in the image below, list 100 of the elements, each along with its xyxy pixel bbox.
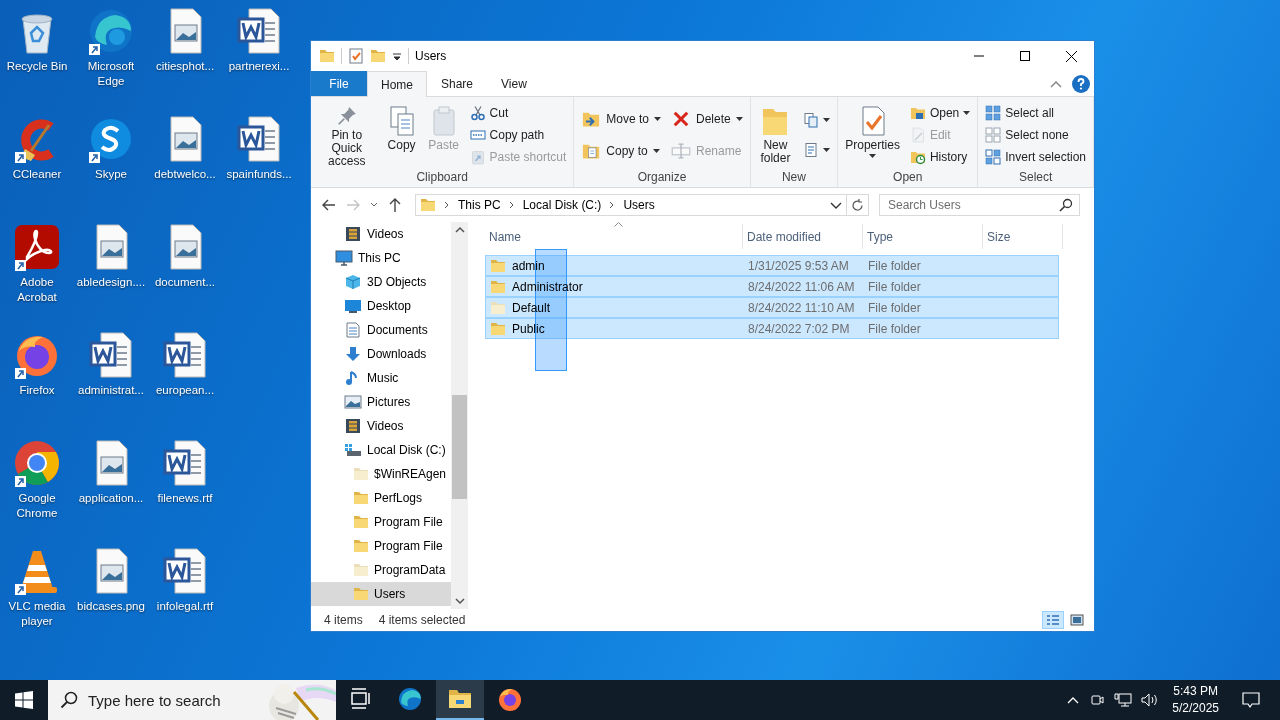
- folder-icon: [319, 48, 335, 64]
- file-menu-tab[interactable]: File: [311, 71, 367, 96]
- desktop-icon[interactable]: administrat...: [74, 324, 148, 432]
- help-icon[interactable]: [1072, 74, 1090, 93]
- column-header[interactable]: Date modified: [743, 224, 863, 249]
- desktop-icon[interactable]: VLC media player: [0, 540, 74, 648]
- folder-icon: [420, 197, 436, 213]
- desktop-icon[interactable]: spainfunds...: [222, 108, 296, 216]
- ribbon-button[interactable]: New folder: [754, 101, 797, 169]
- details-view-button[interactable]: [1042, 611, 1064, 629]
- ribbon-button[interactable]: Pin to Quick access: [315, 101, 379, 169]
- edge-icon: [397, 686, 423, 712]
- nav-item[interactable]: Program File: [311, 510, 451, 534]
- network-icon[interactable]: [1114, 692, 1133, 708]
- nav-item[interactable]: Videos: [311, 414, 451, 438]
- nav-item[interactable]: PerfLogs: [311, 486, 451, 510]
- word-file-icon: [235, 7, 283, 55]
- ribbon-button[interactable]: Properties: [842, 101, 903, 169]
- search-field[interactable]: Search Users: [879, 194, 1080, 216]
- properties-icon[interactable]: [348, 48, 364, 64]
- desktop-icon[interactable]: CCleaner: [0, 108, 74, 216]
- nav-item[interactable]: Pictures: [311, 390, 451, 414]
- item-count: 4 items: [324, 613, 363, 627]
- file-type: File folder: [868, 300, 921, 315]
- folder-icon: [490, 278, 506, 295]
- ribbon-button[interactable]: History: [906, 148, 971, 166]
- nav-item[interactable]: Users: [311, 582, 451, 606]
- desktop-icon[interactable]: debtwelco...: [148, 108, 222, 216]
- camera-icon[interactable]: [1089, 692, 1106, 708]
- ribbon-button[interactable]: Copy to: [578, 137, 663, 166]
- ribbon-button[interactable]: Delete: [668, 104, 746, 133]
- desktop-icon[interactable]: Recycle Bin: [0, 0, 74, 108]
- collapse-ribbon-icon[interactable]: [1050, 79, 1062, 88]
- column-header[interactable]: Name: [485, 224, 743, 249]
- nav-item[interactable]: 3D Objects: [311, 270, 451, 294]
- ribbon-tab[interactable]: Share: [427, 71, 488, 96]
- refresh-icon: [851, 198, 864, 212]
- desktop-icon[interactable]: application...: [74, 432, 148, 540]
- ribbon-button[interactable]: Open: [906, 104, 974, 122]
- ribbon-tab[interactable]: View: [487, 71, 541, 96]
- folder-icon: [353, 562, 369, 578]
- window-title: Users: [415, 49, 447, 63]
- refresh-button[interactable]: [847, 194, 869, 216]
- address-bar[interactable]: This PC Local Disk (C:) Users: [415, 194, 847, 216]
- breadcrumb[interactable]: Users: [623, 198, 655, 212]
- desktop-icon[interactable]: abledesign....: [74, 216, 148, 324]
- nav-item[interactable]: Downloads: [311, 342, 451, 366]
- nav-item[interactable]: Desktop: [311, 294, 451, 318]
- scrollbar-thumb[interactable]: [452, 395, 467, 499]
- back-arrow-icon[interactable]: [321, 197, 337, 213]
- dropdown-icon[interactable]: [830, 200, 842, 210]
- nav-item[interactable]: Local Disk (C:): [311, 438, 451, 462]
- group-label: New: [780, 170, 807, 186]
- column-header[interactable]: Size: [983, 224, 1063, 249]
- scrollbar[interactable]: [451, 222, 468, 609]
- nav-item[interactable]: Documents: [311, 318, 451, 342]
- desktop-icon[interactable]: Firefox: [0, 324, 74, 432]
- desktop-icon[interactable]: document...: [148, 216, 222, 324]
- nav-item[interactable]: Videos: [311, 222, 451, 246]
- desktop-icon[interactable]: partnerexi...: [222, 0, 296, 108]
- desktop-icon[interactable]: citiesphot...: [148, 0, 222, 108]
- word-file-icon: [235, 115, 283, 163]
- clock[interactable]: 5:43 PM 5/2/2025: [1172, 683, 1219, 717]
- ribbon-button[interactable]: Select none: [982, 126, 1072, 144]
- ribbon-button[interactable]: Copy path: [466, 126, 548, 144]
- desktop-icon[interactable]: Skype: [74, 108, 148, 216]
- acrobat-icon: [13, 223, 61, 271]
- ribbon-button[interactable]: Invert selection: [982, 148, 1089, 166]
- nav-item[interactable]: $WinREAgen: [311, 462, 451, 486]
- file-type: File folder: [868, 279, 921, 294]
- date-modified: 8/24/2022 11:10 AM: [748, 300, 855, 315]
- notification-icon[interactable]: [1242, 691, 1260, 709]
- desktop-icon[interactable]: european...: [148, 324, 222, 432]
- select-all-icon: [985, 105, 1002, 121]
- taskbar-app-button[interactable]: [436, 680, 484, 720]
- desktop-icon[interactable]: Microsoft Edge: [74, 0, 148, 108]
- up-arrow-icon[interactable]: [387, 197, 403, 213]
- ribbon-button[interactable]: Copy: [382, 101, 421, 169]
- desktop-icon[interactable]: Google Chrome: [0, 432, 74, 540]
- breadcrumb[interactable]: This PC: [458, 198, 501, 212]
- chrome-icon: [13, 439, 61, 487]
- nav-item[interactable]: Program File: [311, 534, 451, 558]
- search-icon: [1059, 198, 1073, 212]
- ribbon-button[interactable]: Select all: [982, 104, 1057, 122]
- paste-shortcut-icon: [469, 149, 486, 165]
- ribbon-button[interactable]: Move to: [578, 104, 664, 133]
- nav-item[interactable]: This PC: [311, 246, 451, 270]
- nav-item[interactable]: ProgramData: [311, 558, 451, 582]
- desktop-icon[interactable]: filenews.rtf: [148, 432, 222, 540]
- ribbon-button[interactable]: Cut: [466, 104, 512, 122]
- breadcrumb[interactable]: Local Disk (C:): [522, 198, 602, 212]
- volume-icon[interactable]: [1141, 692, 1160, 708]
- new-item-icon: [803, 112, 820, 129]
- ribbon-tab[interactable]: Home: [367, 71, 427, 97]
- group-label: Clipboard: [415, 170, 469, 186]
- column-header[interactable]: Type: [863, 224, 983, 249]
- desktop-icon[interactable]: infolegal.rtf: [148, 540, 222, 648]
- desktop-icon[interactable]: Adobe Acrobat: [0, 216, 74, 324]
- desktop-icon[interactable]: bidcases.png: [74, 540, 148, 648]
- nav-item[interactable]: Music: [311, 366, 451, 390]
